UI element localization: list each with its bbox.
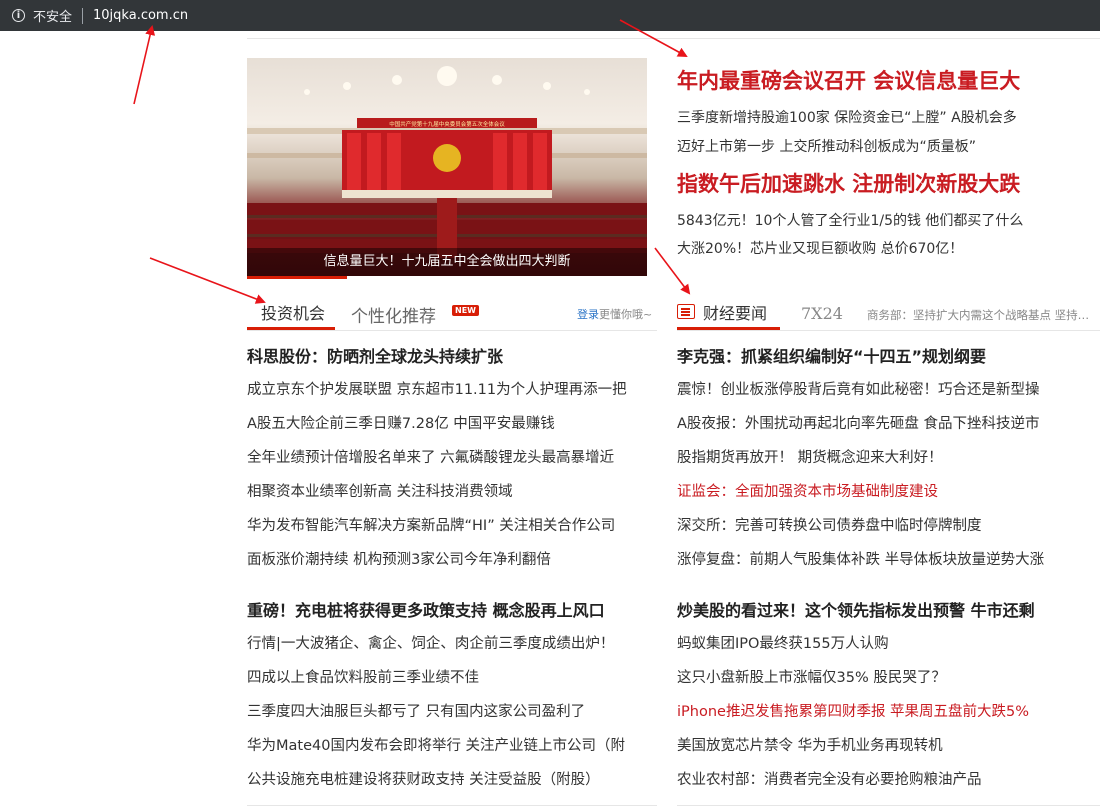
top-headline-2[interactable]: 指数午后加速跳水 注册制次新股大跌 bbox=[677, 168, 1020, 198]
page-divider bbox=[247, 38, 1100, 39]
login-text[interactable]: 登录 bbox=[577, 308, 599, 321]
top-headline-1[interactable]: 年内最重磅会议召开 会议信息量巨大 bbox=[677, 65, 1020, 95]
banner-text: 中国共产党第十九届中央委员会第五次全体会议 bbox=[389, 120, 505, 128]
tab-finance-news[interactable]: 财经要闻 bbox=[703, 300, 767, 324]
tab-personalized[interactable]: 个性化推荐 bbox=[351, 302, 436, 327]
new-badge: NEW bbox=[452, 305, 479, 316]
list-item[interactable]: 农业农村部：消费者完全没有必要抢购粮油产品 bbox=[677, 768, 1100, 789]
arrow-to-url bbox=[133, 25, 156, 105]
top-subline-1a[interactable]: 三季度新增持股逾100家 保险资金已“上膛” A股机会多 bbox=[677, 107, 1017, 127]
security-label: 不安全 bbox=[33, 10, 73, 25]
hall-illustration: 中国共产党第十九届中央委员会第五次全体会议 bbox=[247, 66, 647, 258]
url-text[interactable]: 10jqka.com.cn bbox=[93, 8, 188, 23]
list-item[interactable]: 行情|一大波猪企、禽企、饲企、肉企前三季度成绩出炉！ bbox=[247, 632, 657, 653]
right-list-title-1[interactable]: 李克强：抓紧组织编制好“十四五”规划纲要 bbox=[677, 343, 1100, 367]
list-item[interactable]: 股指期货再放开！ 期货概念迎来大利好！ bbox=[677, 446, 1100, 467]
divider bbox=[82, 7, 84, 24]
list-item[interactable]: 相聚资本业绩率创新高 关注科技消费领域 bbox=[247, 480, 657, 501]
list-item[interactable]: 三季度四大油服巨头都亏了 只有国内这家公司盈利了 bbox=[247, 700, 657, 721]
list-item[interactable]: 华为发布智能汽车解决方案新品牌“HI” 关注相关合作公司 bbox=[247, 514, 657, 535]
tab-investment-opportunity[interactable]: 投资机会 bbox=[261, 300, 325, 330]
list-item[interactable]: 蚂蚁集团IPO最终获155万人认购 bbox=[677, 632, 1100, 653]
list-item[interactable]: 四成以上食品饮料股前三季业绩不佳 bbox=[247, 666, 657, 687]
hero-image[interactable]: 中国共产党第十九届中央委员会第五次全体会议 信息量巨大！十九届五中全会做出四大判… bbox=[247, 58, 647, 276]
top-subline-2a[interactable]: 5843亿元！10个人管了全行业1/5的钱 他们都买了什么 bbox=[677, 210, 1023, 230]
list-item[interactable]: 成立京东个护发展联盟 京东超市11.11为个人护理再添一把 bbox=[247, 378, 657, 399]
left-list-title-2[interactable]: 重磅！充电桩将获得更多政策支持 概念股再上风口 bbox=[247, 597, 657, 621]
list-item[interactable]: 全年业绩预计倍增股名单来了 六氟磷酸锂龙头最高暴增近 bbox=[247, 446, 657, 467]
carousel-indicator[interactable] bbox=[247, 276, 347, 279]
tab-7x24[interactable]: 7X24 bbox=[801, 304, 843, 323]
list-item[interactable]: 涨停复盘：前期人气股集体补跌 半导体板块放量逆势大涨 bbox=[677, 548, 1100, 569]
list-item[interactable]: 这只小盘新股上市涨幅仅35% 股民哭了？ bbox=[677, 666, 1100, 687]
list-item[interactable]: 华为Mate40国内发布会即将举行 关注产业链上市公司（附 bbox=[247, 734, 657, 755]
info-icon[interactable]: i bbox=[12, 9, 25, 22]
right-bottom-divider bbox=[677, 805, 1100, 806]
list-item[interactable]: 深交所：完善可转换公司债券盘中临时停牌制度 bbox=[677, 514, 1100, 535]
active-tab-indicator bbox=[247, 327, 335, 330]
list-item[interactable]: 震惊！创业板涨停股背后竟有如此秘密！巧合还是新型操 bbox=[677, 378, 1100, 399]
top-subline-1b[interactable]: 迈好上市第一步 上交所推动科创板成为“质量板” bbox=[677, 136, 976, 156]
right-tab-bar: 财经要闻 7X24 商务部：坚持扩大内需这个战略基点 坚持实施更大范围、更宽领域… bbox=[677, 296, 1100, 331]
left-list-title-1[interactable]: 科思股份：防晒剂全球龙头持续扩张 bbox=[247, 343, 657, 367]
top-subline-2b[interactable]: 大涨20%！芯片业又现巨额收购 总价670亿！ bbox=[677, 238, 963, 258]
list-item[interactable]: 公共设施充电桩建设将获财政支持 关注受益股（附股） bbox=[247, 768, 657, 789]
browser-address-bar[interactable]: i 不安全 10jqka.com.cn bbox=[0, 0, 1100, 31]
list-item[interactable]: A股夜报：外围扰动再起北向率先砸盘 食品下挫科技逆市 bbox=[677, 412, 1100, 433]
hero-caption[interactable]: 信息量巨大！十九届五中全会做出四大判断 bbox=[247, 248, 647, 276]
list-item[interactable]: iPhone推迟发售拖累第四财季报 苹果周五盘前大跌5% bbox=[677, 700, 1100, 721]
news-ticker[interactable]: 商务部：坚持扩大内需这个战略基点 坚持实施更大范围、更宽领域、更深层次对外开放 bbox=[867, 307, 1097, 323]
news-icon bbox=[677, 304, 695, 319]
left-tab-bar: 投资机会 个性化推荐 NEW 登录更懂你哦~ bbox=[247, 296, 657, 331]
list-item[interactable]: A股五大险企前三季日赚7.28亿 中国平安最赚钱 bbox=[247, 412, 657, 433]
right-list-title-2[interactable]: 炒美股的看过来！这个领先指标发出预警 牛市还剩 bbox=[677, 597, 1100, 621]
login-suffix: 更懂你哦~ bbox=[599, 308, 653, 321]
list-item[interactable]: 证监会：全面加强资本市场基础制度建设 bbox=[677, 480, 1100, 501]
list-item[interactable]: 面板涨价潮持续 机构预测3家公司今年净利翻倍 bbox=[247, 548, 657, 569]
login-link[interactable]: 登录更懂你哦~ bbox=[577, 306, 652, 322]
active-tab-indicator bbox=[677, 327, 780, 330]
list-item[interactable]: 美国放宽芯片禁令 华为手机业务再现转机 bbox=[677, 734, 1100, 755]
left-bottom-divider bbox=[247, 805, 657, 806]
